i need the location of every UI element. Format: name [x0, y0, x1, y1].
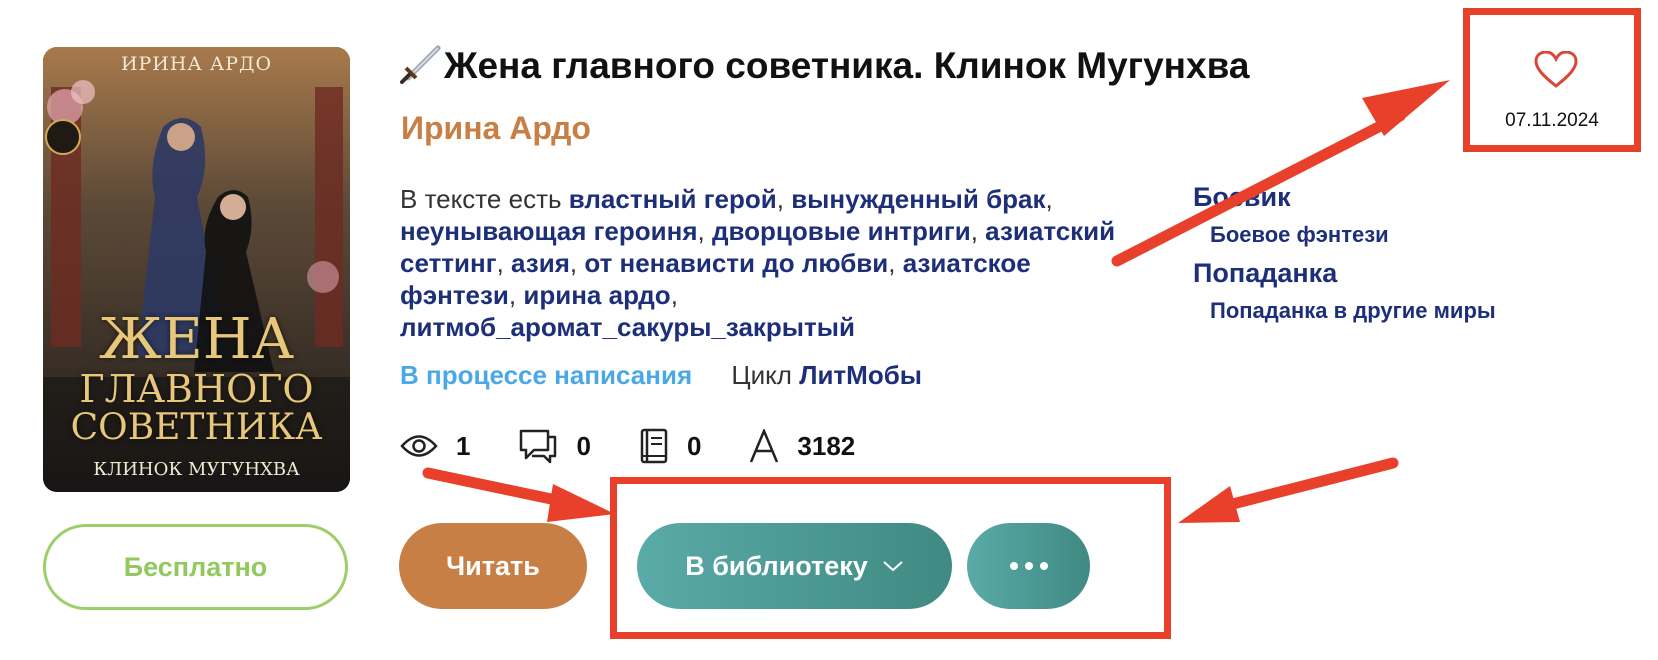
read-button[interactable]: Читать — [399, 523, 587, 609]
arrow-head — [1178, 486, 1240, 523]
comments-count: 0 — [576, 430, 591, 461]
tag-link[interactable]: вынужденный брак — [791, 184, 1045, 214]
subgenre-link[interactable]: Попаданка в другие миры — [1193, 290, 1553, 332]
writing-status[interactable]: В процессе написания — [400, 360, 692, 390]
author-link[interactable]: Ирина Ардо — [401, 110, 591, 147]
library-count: 0 — [686, 430, 702, 461]
tag-link[interactable]: азия — [511, 248, 570, 278]
views-count: 1 — [456, 430, 471, 461]
comment-icon — [520, 429, 557, 464]
cycle-label: Цикл — [731, 360, 792, 390]
heart-icon[interactable] — [1534, 51, 1578, 89]
arrow-to-buttons-left — [422, 467, 576, 509]
genre-link[interactable]: Попаданка — [1193, 256, 1553, 290]
favorite-annotation-box: 07.11.2024 — [1463, 8, 1641, 152]
views-stat: 1 — [400, 431, 470, 462]
eye-icon — [400, 435, 438, 457]
cycle-link[interactable]: ЛитМобы — [799, 360, 922, 390]
tag-link[interactable]: властный герой — [569, 184, 777, 214]
book-cover[interactable]: ИРИНА АРДО ЖЕНА ГЛАВНОГО СОВЕТНИКА КЛИНО… — [43, 47, 350, 492]
tag-link[interactable]: от ненависти до любви — [584, 248, 888, 278]
arrow-to-buttons-right — [1219, 457, 1399, 512]
tags-prefix: В тексте есть — [400, 184, 562, 214]
free-button-label: Бесплатно — [123, 551, 268, 582]
cover-author: ИРИНА АРДО — [120, 53, 273, 75]
font-icon — [750, 429, 779, 463]
book-title: Жена главного советника. Клинок Мугунхва — [400, 44, 1249, 87]
comments-stat[interactable]: 0 — [518, 428, 591, 464]
cover-title: ЖЕНА ГЛАВНОГО СОВЕТНИКА — [43, 312, 350, 446]
genre-link[interactable]: Боевик — [1193, 180, 1553, 214]
favorite-date: 07.11.2024 — [1505, 110, 1599, 131]
library-stat: 0 — [639, 428, 701, 464]
tag-link[interactable]: ирина ардо — [523, 280, 670, 310]
tag-link[interactable]: дворцовые интриги — [712, 216, 971, 246]
subgenre-link[interactable]: Боевое фэнтези — [1193, 214, 1553, 256]
read-button-label: Читать — [446, 550, 540, 581]
sword-icon — [400, 45, 441, 84]
cover-title-line2: ГЛАВНОГО — [79, 367, 314, 411]
buttons-annotation-box — [610, 477, 1171, 639]
chars-stat: 3182 — [749, 429, 855, 463]
tag-link[interactable]: литмоб_аромат_сакуры_закрытый — [400, 312, 855, 342]
free-button[interactable]: Бесплатно — [43, 524, 348, 610]
arrow-head — [547, 484, 615, 522]
cover-title-line3: СОВЕТНИКА — [70, 407, 323, 448]
chars-count: 3182 — [797, 430, 856, 461]
status-row: В процессе написания Цикл ЛитМобы — [400, 360, 922, 391]
book-title-text: Жена главного советника. Клинок Мугунхва — [444, 45, 1250, 86]
cover-title-line1: ЖЕНА — [98, 307, 295, 372]
tag-link[interactable]: неунывающая героиня — [400, 216, 698, 246]
genres-block: Боевик Боевое фэнтези Попаданка Попаданк… — [1193, 180, 1553, 332]
tags-block: В тексте есть властный герой, вынужденны… — [400, 184, 1116, 342]
arrow-head — [1362, 80, 1450, 136]
cover-subtitle: КЛИНОК МУГУНХВА — [93, 459, 300, 480]
stats-row: 1 0 0 3182 — [400, 425, 903, 467]
book-icon — [640, 428, 668, 464]
